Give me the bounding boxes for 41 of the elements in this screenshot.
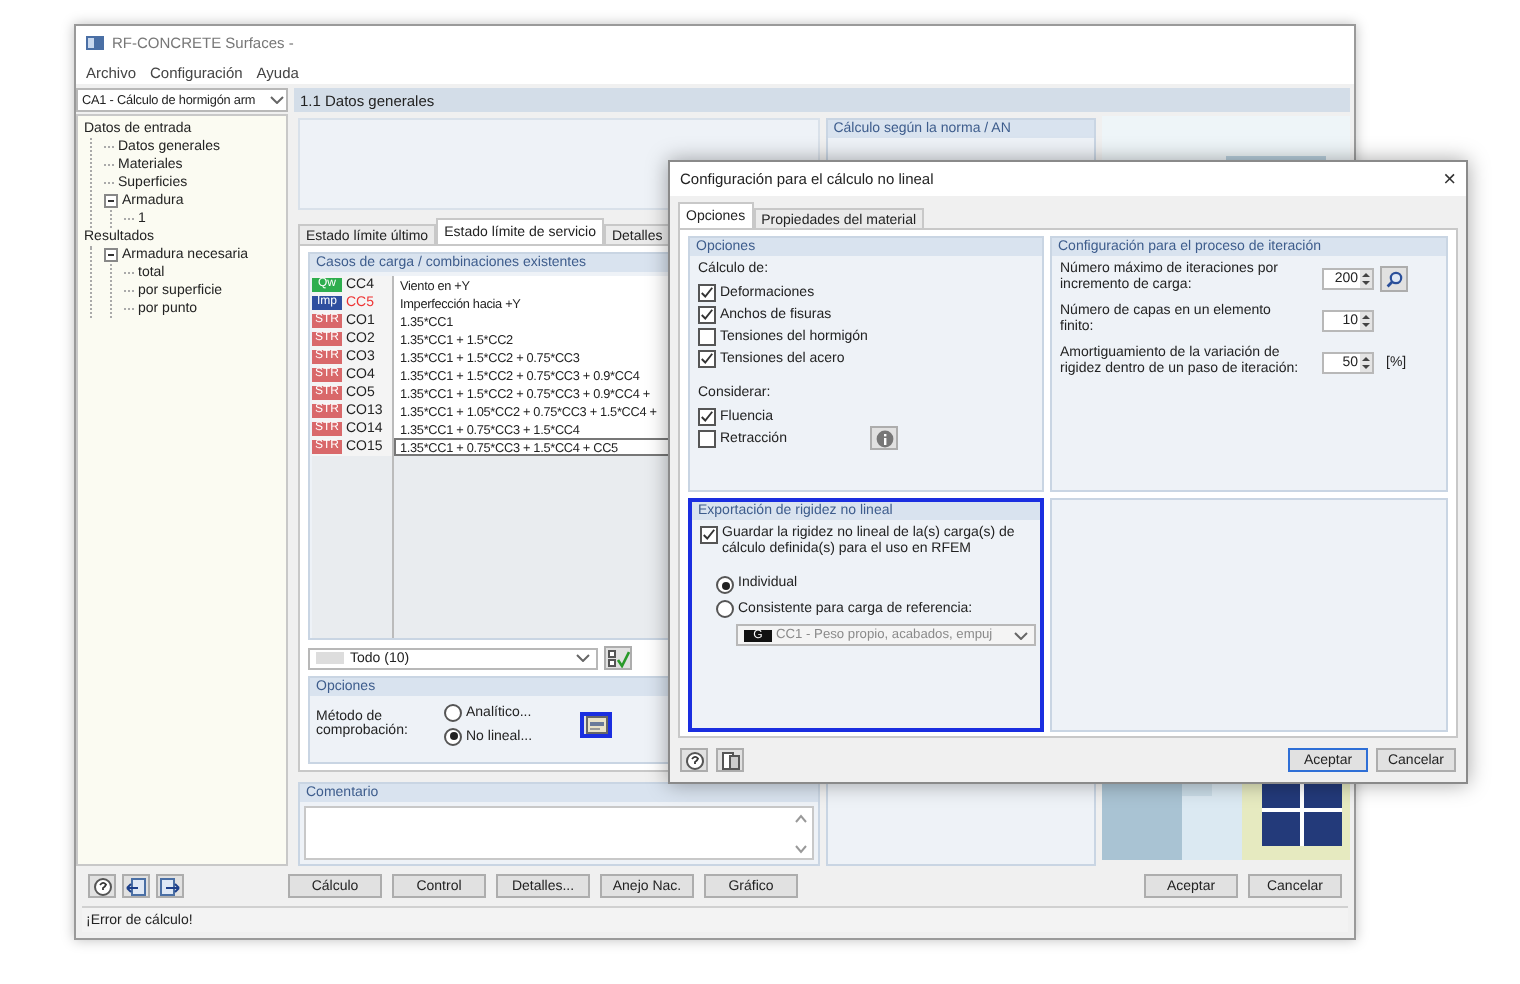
info-icon	[875, 429, 894, 447]
close-button[interactable]: ×	[1443, 167, 1456, 191]
settings-button[interactable]	[580, 711, 612, 737]
app-icon	[86, 36, 104, 50]
spinner-icon	[1360, 269, 1372, 287]
scrollbar-icon	[793, 811, 808, 855]
checkbox[interactable]	[698, 327, 716, 345]
spinner-icon	[1360, 353, 1372, 371]
collapse-icon[interactable]	[104, 248, 118, 262]
checkbox[interactable]	[698, 407, 716, 425]
radio-button[interactable]	[444, 703, 462, 721]
document-icon	[721, 751, 739, 769]
help-icon	[685, 751, 703, 769]
export-button[interactable]	[156, 874, 184, 898]
arrow-right-icon	[160, 877, 180, 895]
checklist-icon	[607, 649, 629, 667]
checkbox[interactable]	[700, 526, 718, 544]
radio-button[interactable]	[716, 576, 734, 594]
help-button[interactable]	[680, 748, 708, 772]
help-button[interactable]	[88, 874, 116, 898]
caret-icon	[1014, 631, 1028, 639]
checkbox[interactable]	[698, 305, 716, 323]
collapse-icon[interactable]	[104, 194, 118, 208]
comment-field[interactable]	[304, 806, 814, 860]
radio-button[interactable]	[444, 727, 462, 745]
info-button[interactable]	[870, 426, 899, 450]
checkbox[interactable]	[698, 283, 716, 301]
help-icon	[93, 877, 111, 895]
search-button[interactable]	[1380, 265, 1408, 291]
checkbox[interactable]	[698, 429, 716, 447]
search-icon	[1385, 269, 1403, 287]
info-panel-button[interactable]	[716, 748, 744, 772]
arrow-left-icon	[126, 877, 146, 895]
settings-dialog-icon	[585, 715, 607, 733]
select-all-button[interactable]	[604, 646, 632, 670]
radio-button[interactable]	[716, 599, 734, 617]
caret-icon	[576, 654, 590, 662]
checkbox[interactable]	[698, 349, 716, 367]
import-button[interactable]	[122, 874, 150, 898]
caret-icon	[270, 96, 284, 104]
spinner-icon	[1360, 311, 1372, 329]
